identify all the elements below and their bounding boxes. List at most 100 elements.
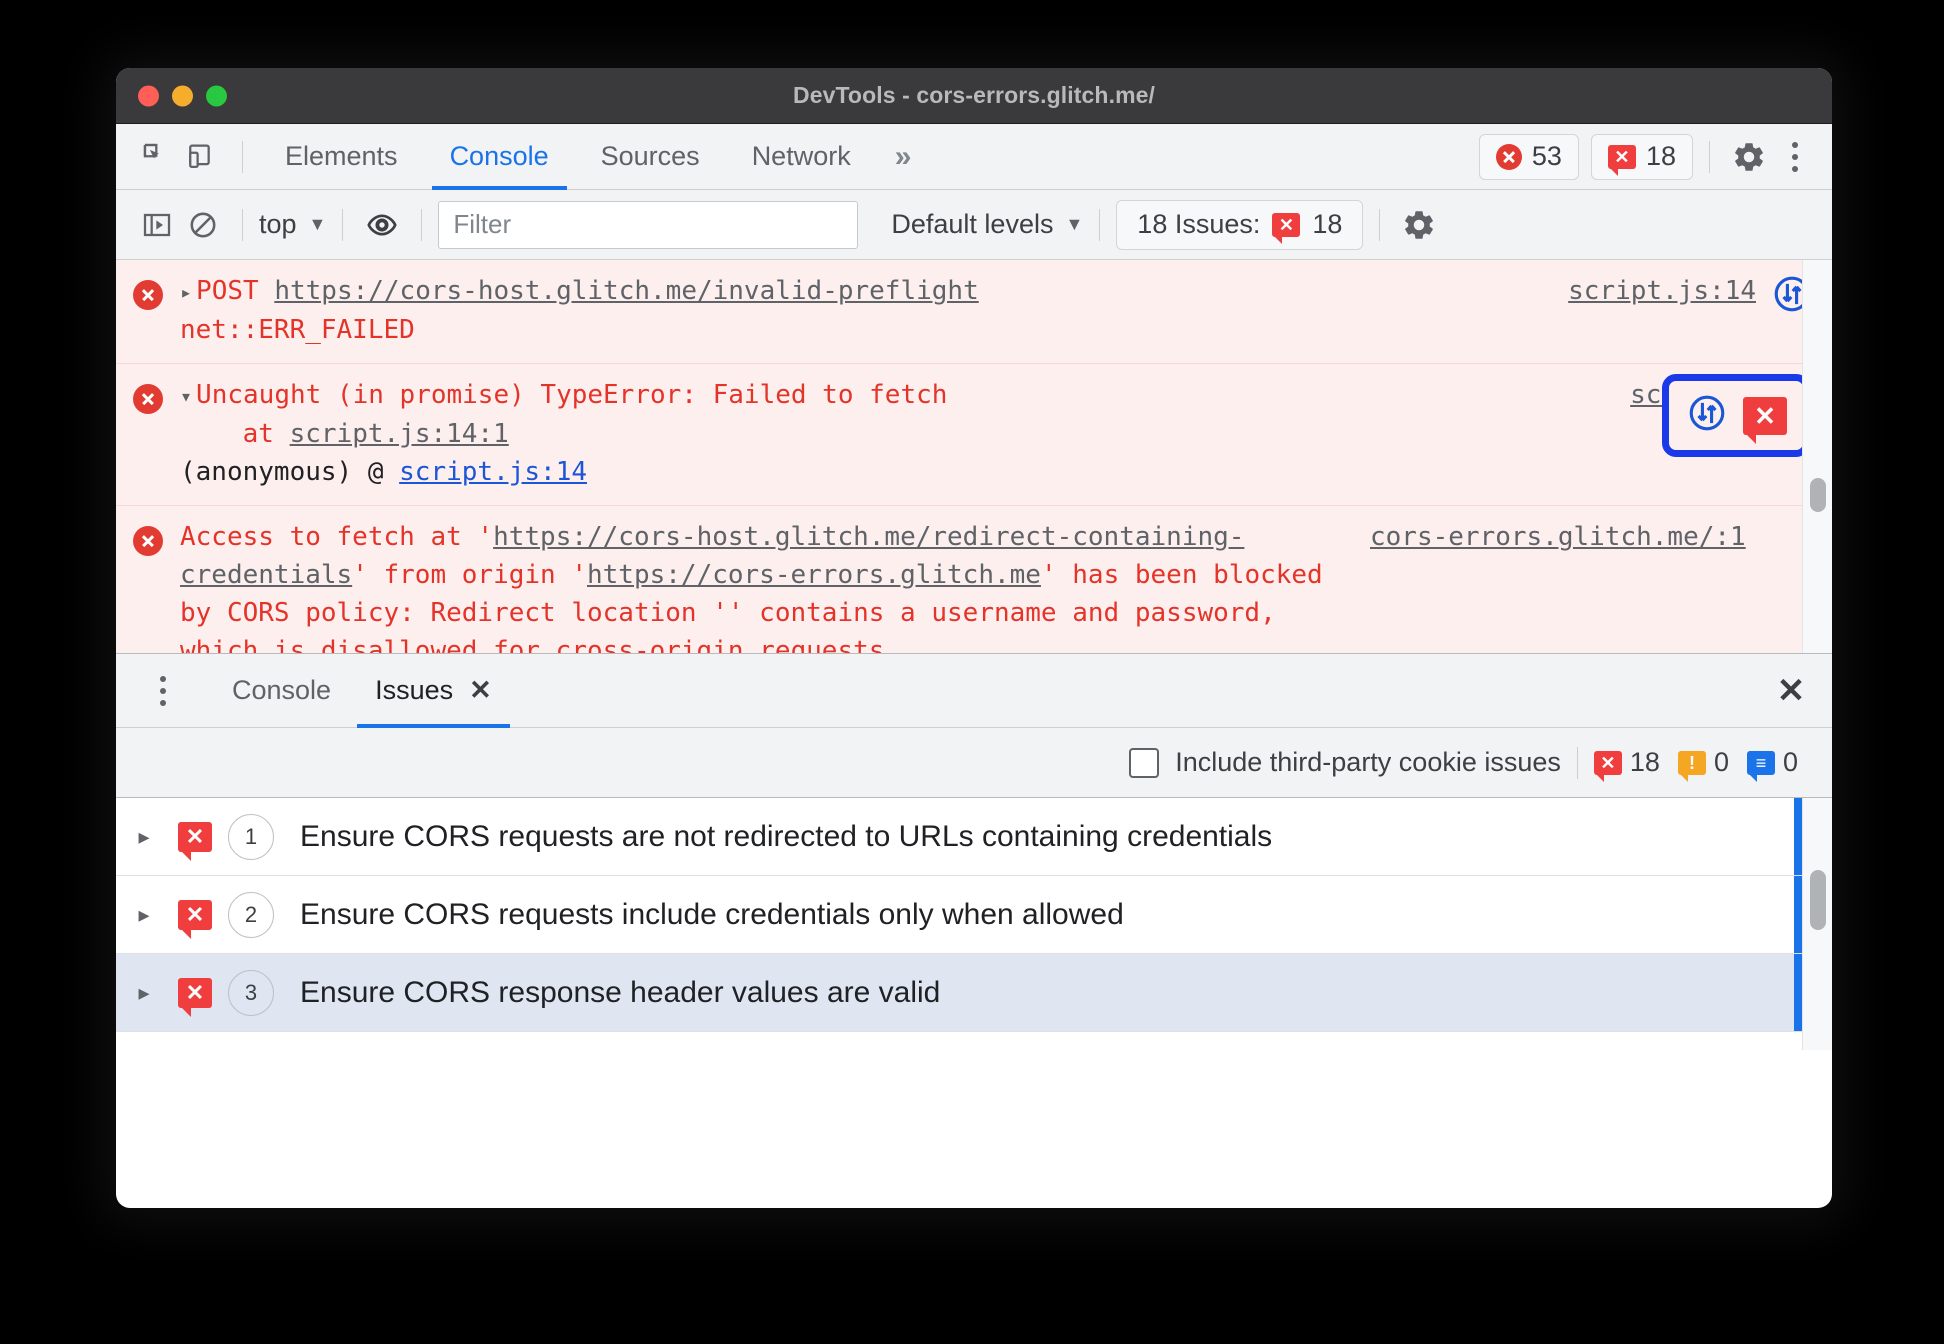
- drawer-tab-issues[interactable]: Issues ✕: [353, 654, 514, 728]
- issue-bubble-icon: ✕: [1607, 144, 1636, 176]
- issue-title-1: Ensure CORS requests are not redirected …: [300, 819, 1273, 853]
- console-toolbar-divider-1: [242, 208, 243, 241]
- console-toolbar: top ▼ Default levels ▼ 18 Issues: ✕ 18: [116, 190, 1832, 260]
- tab-network-label: Network: [751, 141, 851, 171]
- issue-severity-icon-1: ✕: [178, 821, 212, 861]
- drawer-tab-console[interactable]: Console: [210, 654, 353, 728]
- expand-triangle-icon-issue-3[interactable]: ▸: [116, 980, 172, 1006]
- show-console-sidebar-icon[interactable]: [134, 202, 180, 248]
- issues-scrollbar-thumb[interactable]: [1810, 870, 1826, 930]
- typeerror-text: Uncaught (in promise) TypeError: Failed …: [196, 380, 948, 410]
- close-drawer-icon[interactable]: ✕: [1768, 668, 1814, 714]
- close-issues-tab-icon[interactable]: ✕: [469, 677, 492, 704]
- stack-link[interactable]: script.js:14:1: [290, 419, 509, 449]
- network-request-icon-2[interactable]: [1685, 391, 1729, 440]
- close-window-button[interactable]: [138, 85, 159, 106]
- console-error-count: 53: [1531, 141, 1562, 171]
- live-expression-icon[interactable]: [359, 202, 405, 248]
- error-circle-icon-msg1: [116, 272, 180, 349]
- more-tabs-icon[interactable]: »: [877, 141, 930, 172]
- tab-console-label: Console: [449, 141, 549, 171]
- issues-scrollbar[interactable]: [1802, 798, 1832, 1050]
- issues-list[interactable]: ▸ ✕ 1 Ensure CORS requests are not redir…: [116, 798, 1832, 1050]
- drawer-kebab-icon[interactable]: [140, 668, 186, 714]
- tab-elements[interactable]: Elements: [259, 124, 424, 190]
- filter-input[interactable]: [438, 200, 859, 249]
- issue-row-2[interactable]: ▸ ✕ 2 Ensure CORS requests include crede…: [116, 876, 1832, 954]
- console-toolbar-divider-2: [342, 208, 344, 241]
- issues-summary-label: 18 Issues:: [1137, 209, 1261, 239]
- expand-triangle-icon-issue-1[interactable]: ▸: [116, 824, 172, 850]
- issue-count-badge-1: 1: [228, 813, 274, 860]
- issue-row-1[interactable]: ▸ ✕ 1 Ensure CORS requests are not redir…: [116, 798, 1832, 876]
- issues-summary-button[interactable]: 18 Issues: ✕ 18: [1116, 199, 1364, 250]
- devtools-panel-tabbar: Elements Console Sources Network » 53 ✕ …: [116, 124, 1832, 190]
- expand-triangle-icon-1[interactable]: ▸: [180, 273, 192, 311]
- close-drawer-glyph: ✕: [1776, 671, 1806, 710]
- issue-bubble-icon-message[interactable]: ✕: [1743, 396, 1787, 444]
- drawer-kebab-dots: [160, 675, 166, 706]
- third-party-cookie-checkbox[interactable]: [1129, 747, 1160, 778]
- frame-anonymous-label: (anonymous) @: [180, 457, 400, 487]
- issue-row-3[interactable]: ▸ ✕ 3 Ensure CORS response header values…: [116, 954, 1832, 1032]
- device-toolbar-icon[interactable]: [180, 134, 226, 180]
- cors-part1: Access to fetch at ': [180, 522, 494, 552]
- log-levels-selector[interactable]: Default levels ▼: [891, 209, 1083, 240]
- inspect-element-icon[interactable]: [134, 134, 180, 180]
- tab-console[interactable]: Console: [424, 124, 575, 190]
- issues-toolbar: Include third-party cookie issues ✕ 18 !…: [116, 728, 1832, 798]
- log-levels-label: Default levels: [891, 209, 1054, 239]
- tab-network[interactable]: Network: [726, 124, 877, 190]
- drawer-tab-issues-label: Issues: [375, 675, 454, 705]
- chevron-down-icon: ▼: [308, 214, 327, 234]
- console-toolbar-divider-3: [421, 208, 423, 241]
- kebab-dots: [1792, 141, 1798, 172]
- console-message-cors-blocked[interactable]: Access to fetch at 'https://cors-host.gl…: [116, 505, 1832, 653]
- tab-sources-label: Sources: [600, 141, 700, 171]
- issues-info-count: 0: [1782, 747, 1798, 777]
- console-settings-gear-icon[interactable]: [1396, 202, 1442, 248]
- collapse-triangle-icon-2[interactable]: ▾: [180, 377, 192, 415]
- window-traffic-lights: [138, 85, 227, 106]
- console-scrollbar[interactable]: [1802, 260, 1832, 653]
- console-message-uncaught-typeerror[interactable]: ▾ Uncaught (in promise) TypeError: Failed…: [116, 363, 1832, 505]
- issue-bubble-icon-toolbar: ✕: [1272, 212, 1301, 244]
- console-message-list[interactable]: ▸ POST https://cors-host.glitch.me/invali…: [116, 260, 1832, 654]
- post-url-link[interactable]: https://cors-host.glitch.me/invalid-pref…: [274, 276, 978, 306]
- tabbar-divider-1: [242, 140, 243, 173]
- issues-toolbar-divider: [1576, 746, 1578, 779]
- maximize-window-button[interactable]: [206, 85, 227, 106]
- issue-title-2: Ensure CORS requests include credentials…: [300, 897, 1124, 931]
- issue-severity-icon-3: ✕: [178, 977, 212, 1017]
- issue-error-bubble-icon: ✕: [1593, 750, 1622, 782]
- minimize-window-button[interactable]: [172, 85, 193, 106]
- console-message-post-error[interactable]: ▸ POST https://cors-host.glitch.me/invali…: [116, 260, 1832, 363]
- devtools-window: DevTools - cors-errors.glitch.me/ Elemen…: [116, 68, 1832, 1208]
- issue-count-badge-2: 2: [228, 891, 274, 938]
- console-message-text-1: ▸ POST https://cors-host.glitch.me/invali…: [180, 272, 1568, 349]
- tabbar-divider-2: [1709, 140, 1710, 173]
- execution-context-selector[interactable]: top ▼: [259, 209, 326, 240]
- expand-triangle-icon-issue-2[interactable]: ▸: [116, 902, 172, 928]
- console-message-source-3[interactable]: cors-errors.glitch.me/:1: [1370, 518, 1760, 556]
- kebab-menu-icon[interactable]: [1772, 134, 1818, 180]
- error-circle-icon: [1495, 143, 1522, 170]
- issues-summary-count: 18: [1312, 209, 1343, 239]
- highlighted-message-actions: ✕: [1662, 374, 1810, 457]
- issues-count-button[interactable]: ✕ 18: [1590, 133, 1693, 180]
- issue-count-badge-3: 3: [228, 969, 274, 1016]
- tab-sources[interactable]: Sources: [575, 124, 726, 190]
- window-title: DevTools - cors-errors.glitch.me/: [792, 82, 1156, 108]
- cors-url-2[interactable]: https://cors-errors.glitch.me: [587, 560, 1041, 590]
- gear-icon[interactable]: [1726, 134, 1772, 180]
- console-scrollbar-thumb[interactable]: [1810, 478, 1826, 512]
- drawer-tabbar: Console Issues ✕ ✕: [116, 654, 1832, 728]
- frame-link[interactable]: script.js:14: [399, 457, 587, 487]
- clear-console-icon[interactable]: [180, 202, 226, 248]
- window-titlebar: DevTools - cors-errors.glitch.me/: [116, 68, 1832, 124]
- console-error-count-button[interactable]: 53: [1478, 133, 1579, 180]
- drawer-tab-console-label: Console: [232, 675, 332, 705]
- post-method-label: POST: [196, 276, 275, 306]
- console-message-source-1[interactable]: script.js:14: [1568, 272, 1770, 349]
- cors-part2: ' from origin ': [352, 560, 587, 590]
